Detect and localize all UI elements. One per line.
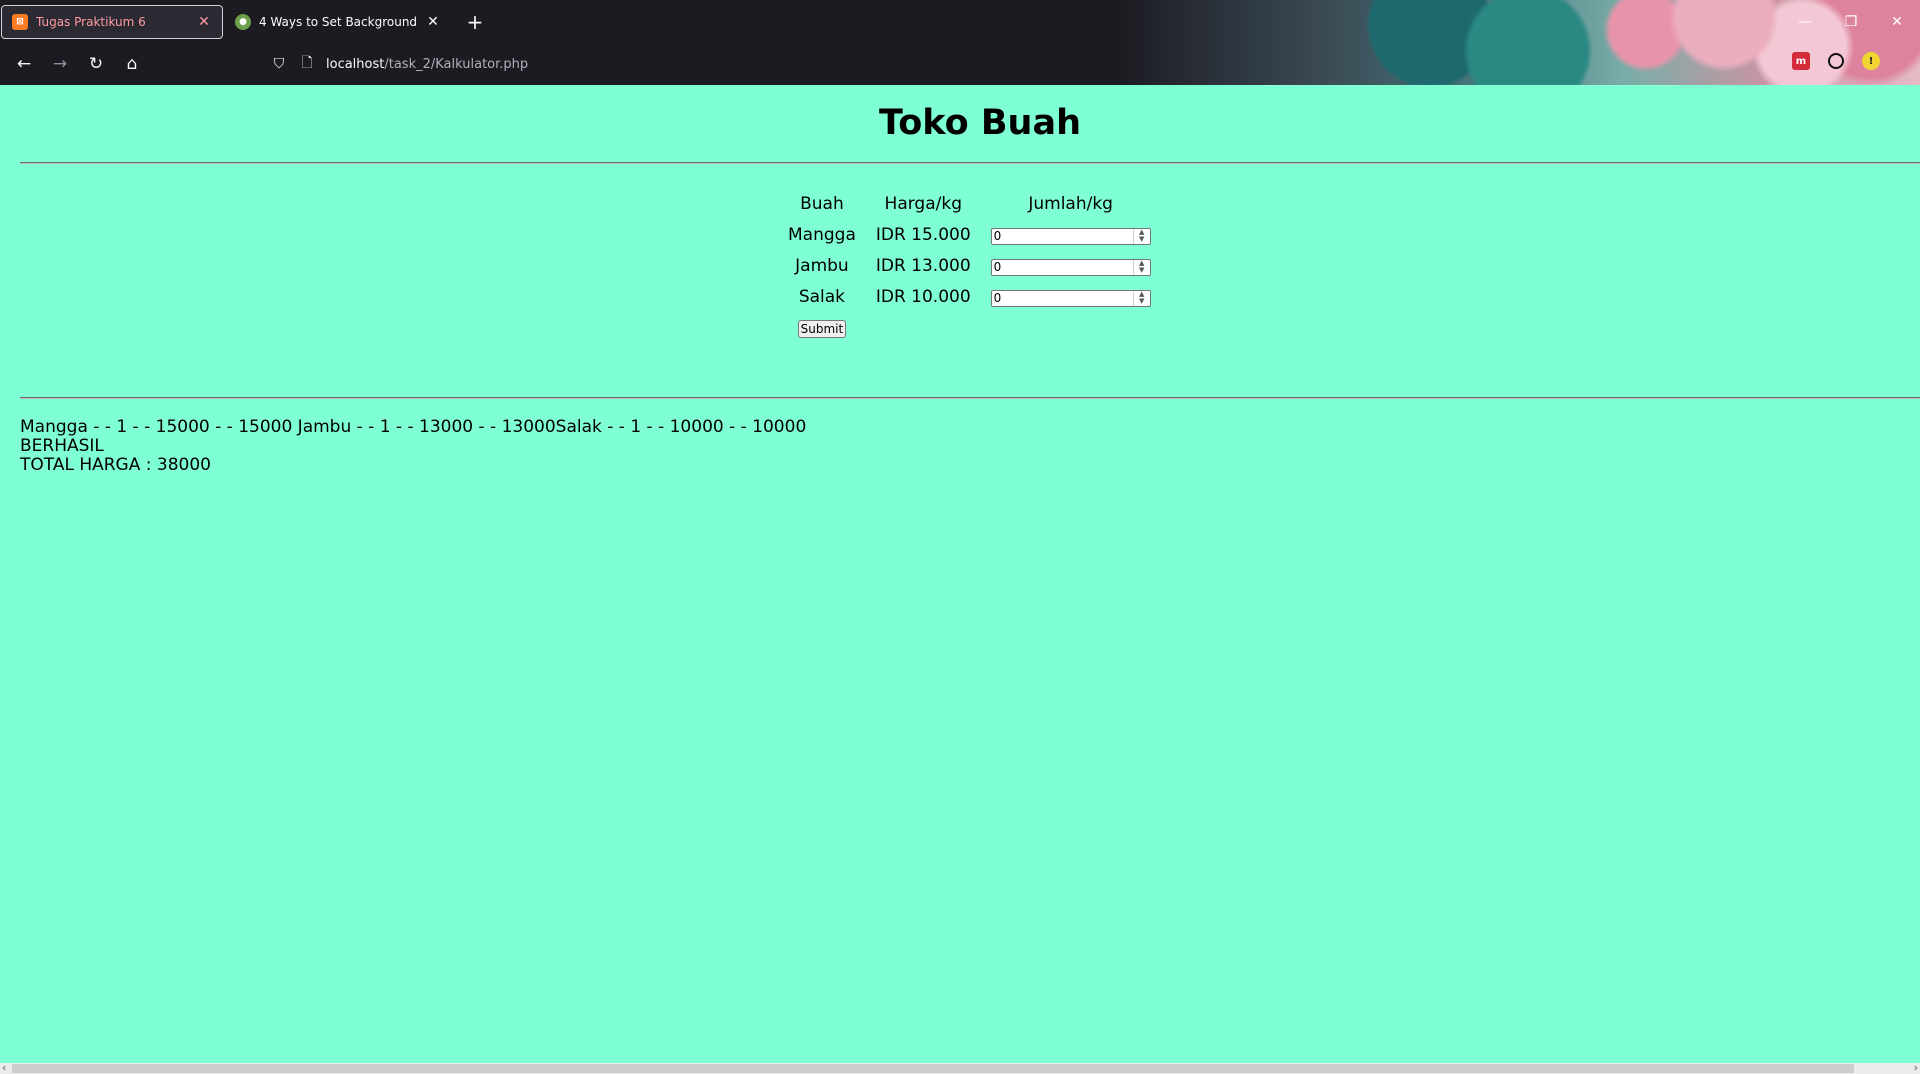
- scrollbar-thumb[interactable]: [12, 1064, 1854, 1073]
- shield-icon[interactable]: ⛉: [270, 56, 288, 72]
- quantity-value: 0: [993, 291, 1002, 305]
- table-row: Salak IDR 10.000 0 ▲ ▼: [788, 287, 1151, 307]
- header-jumlah: Jumlah/kg: [1028, 194, 1113, 214]
- close-window-button[interactable]: ✕: [1874, 14, 1920, 30]
- tab-tugas-praktikum[interactable]: ⊠ Tugas Praktikum 6 ✕: [1, 4, 223, 39]
- quantity-input-jambu[interactable]: 0 ▲ ▼: [990, 258, 1151, 276]
- address-bar[interactable]: ⛉ 🗋 localhost/task_2/Kalkulator.php: [270, 49, 1690, 79]
- result-status: BERHASIL: [20, 436, 104, 456]
- close-tab-icon[interactable]: ✕: [425, 14, 441, 30]
- new-tab-button[interactable]: +: [463, 10, 487, 34]
- fruit-name: Jambu: [795, 256, 849, 276]
- home-button[interactable]: ⌂: [114, 54, 150, 74]
- restore-button[interactable]: ❐: [1828, 14, 1874, 30]
- forward-button[interactable]: →: [42, 54, 78, 74]
- scroll-left-icon[interactable]: ‹: [2, 1061, 6, 1074]
- fruit-price: IDR 10.000: [875, 287, 971, 307]
- quantity-value: 0: [993, 229, 1002, 243]
- result-items: Mangga - - 1 - - 15000 - - 15000 Jambu -…: [20, 417, 807, 437]
- fruit-name: Mangga: [788, 225, 856, 245]
- minimize-button[interactable]: —: [1782, 14, 1828, 30]
- extension-icons: m !: [1792, 52, 1880, 70]
- back-button[interactable]: ←: [6, 54, 42, 74]
- globe-icon: ●: [235, 13, 251, 30]
- table-row: Jambu IDR 13.000 0 ▲ ▼: [788, 256, 1151, 276]
- fruit-price: IDR 15.000: [875, 225, 971, 245]
- page-icon[interactable]: 🗋: [298, 52, 316, 76]
- result-output: Mangga - - 1 - - 15000 - - 15000 Jambu -…: [20, 418, 806, 475]
- scroll-right-icon[interactable]: ›: [1914, 1061, 1918, 1074]
- extension-ring-icon[interactable]: [1828, 53, 1844, 69]
- submit-button[interactable]: Submit: [797, 320, 847, 338]
- spinner-icon[interactable]: ▲ ▼: [1132, 290, 1150, 306]
- tab-bar: ⊠ Tugas Praktikum 6 ✕ ● 4 Ways to Set Ba…: [0, 0, 1920, 43]
- close-tab-icon[interactable]: ✕: [196, 14, 212, 30]
- fruit-price: IDR 13.000: [875, 256, 971, 276]
- extension-red-icon[interactable]: m: [1792, 52, 1810, 70]
- spinner-icon[interactable]: ▲ ▼: [1132, 228, 1150, 244]
- page-content: Toko Buah Buah Harga/kg Jumlah/kg Mangga…: [0, 85, 1920, 1063]
- divider: [20, 397, 1920, 399]
- reload-button[interactable]: ↻: [78, 54, 114, 74]
- tab-title: Tugas Praktikum 6: [36, 14, 146, 29]
- divider: [20, 162, 1920, 164]
- submit-row: Submit: [788, 318, 1151, 338]
- fruit-name: Salak: [798, 287, 846, 307]
- quantity-input-salak[interactable]: 0 ▲ ▼: [990, 289, 1151, 307]
- xampp-icon: ⊠: [12, 13, 28, 30]
- table-header-row: Buah Harga/kg Jumlah/kg: [788, 194, 1151, 214]
- page-title: Toko Buah: [879, 103, 1081, 143]
- quantity-value: 0: [993, 260, 1002, 274]
- horizontal-scrollbar[interactable]: ‹ ›: [0, 1061, 1920, 1074]
- extension-alert-icon[interactable]: !: [1862, 52, 1880, 70]
- header-buah: Buah: [800, 194, 844, 214]
- window-controls: — ❐ ✕: [1782, 0, 1920, 43]
- quantity-input-mangga[interactable]: 0 ▲ ▼: [990, 227, 1151, 245]
- header-harga: Harga/kg: [884, 194, 962, 214]
- tab-title: 4 Ways to Set Background Colo: [259, 14, 417, 29]
- url-text[interactable]: localhost/task_2/Kalkulator.php: [326, 57, 528, 72]
- navigation-toolbar: ← → ↻ ⌂ ⛉ 🗋 localhost/task_2/Kalkulator.…: [0, 43, 1920, 85]
- tab-background-color[interactable]: ● 4 Ways to Set Background Colo ✕: [225, 5, 451, 39]
- url-path: /task_2/Kalkulator.php: [384, 56, 529, 72]
- url-host: localhost: [326, 56, 385, 72]
- fruit-table: Buah Harga/kg Jumlah/kg Mangga IDR 15.00…: [768, 183, 1171, 349]
- spinner-icon[interactable]: ▲ ▼: [1132, 259, 1150, 275]
- result-total: TOTAL HARGA : 38000: [20, 455, 211, 475]
- browser-chrome: ⊠ Tugas Praktikum 6 ✕ ● 4 Ways to Set Ba…: [0, 0, 1920, 85]
- table-row: Mangga IDR 15.000 0 ▲ ▼: [788, 225, 1151, 245]
